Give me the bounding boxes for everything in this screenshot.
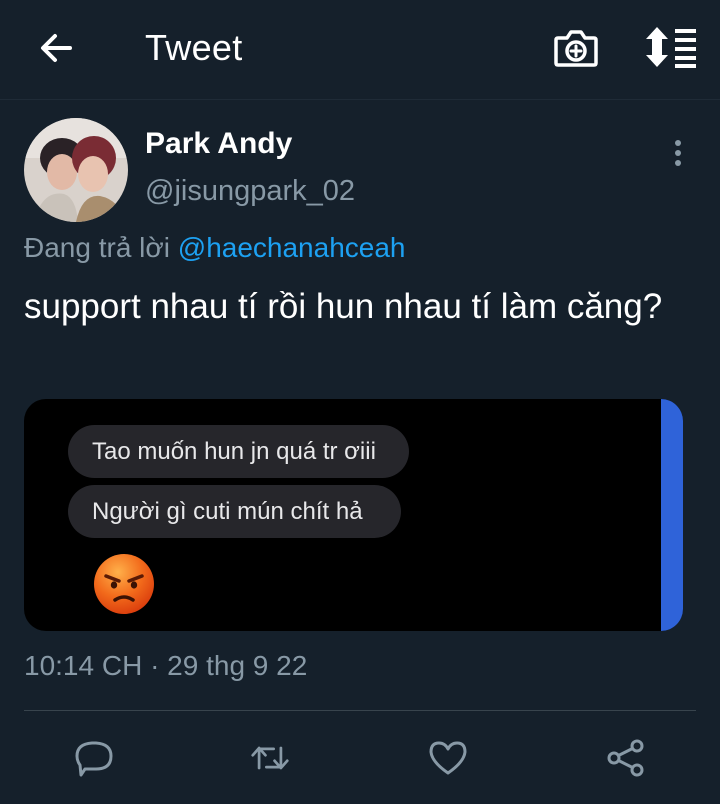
- camera-plus-icon: [554, 30, 598, 67]
- tweet-text: support nhau tí rồi hun nhau tí làm căng…: [24, 287, 663, 326]
- reply-context: Đang trả lời @haechanahceah: [24, 232, 405, 264]
- author-name[interactable]: Park Andy: [145, 127, 292, 161]
- reply-button[interactable]: [74, 738, 114, 778]
- avatar[interactable]: [24, 118, 128, 222]
- author-handle[interactable]: @jisungpark_02: [145, 175, 355, 208]
- more-vertical-icon: [675, 140, 681, 166]
- media-accent-edge: [661, 399, 683, 631]
- reply-mention-link[interactable]: @haechanahceah: [178, 232, 406, 263]
- retweet-icon: [251, 746, 289, 770]
- sort-list-icon: [646, 27, 696, 68]
- avatar-image: [24, 118, 128, 222]
- reply-icon: [75, 741, 113, 777]
- tweet-timestamp: 10:14 CH · 29 thg 9 22: [24, 650, 308, 681]
- chat-message: Người gì cuti mún chít hả: [68, 485, 401, 538]
- back-button[interactable]: [36, 28, 76, 68]
- share-button[interactable]: [606, 738, 646, 778]
- angry-face-emoji: [94, 554, 154, 614]
- divider: [24, 710, 696, 711]
- share-icon: [607, 739, 644, 777]
- top-bar: Tweet: [0, 0, 720, 100]
- tweet-media[interactable]: Tao muốn hun jn quá tr ơiii Người gì cut…: [24, 399, 683, 631]
- more-options-button[interactable]: [668, 138, 688, 170]
- like-icon: [429, 741, 467, 775]
- retweet-button[interactable]: [250, 738, 290, 778]
- sort-button[interactable]: [645, 26, 697, 68]
- arrow-left-icon: [41, 34, 72, 62]
- camera-button[interactable]: [553, 28, 599, 68]
- page-title: Tweet: [145, 27, 243, 68]
- reply-prefix: Đang trả lời: [24, 232, 170, 263]
- chat-message: Tao muốn hun jn quá tr ơiii: [68, 425, 409, 478]
- like-button[interactable]: [428, 738, 468, 778]
